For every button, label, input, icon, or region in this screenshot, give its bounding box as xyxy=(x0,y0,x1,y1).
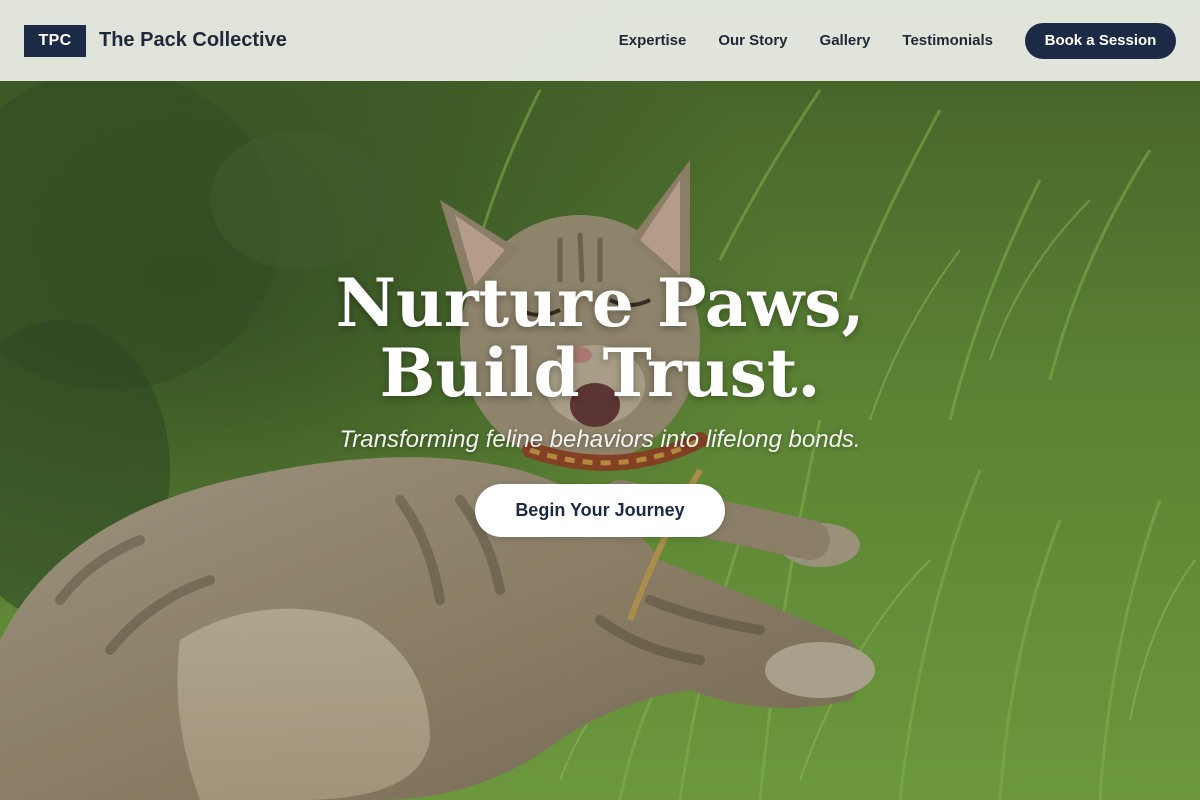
hero-title-line-1: Nurture Paws, xyxy=(335,264,865,342)
logo-badge[interactable]: TPC xyxy=(24,24,86,57)
hero-section: Nurture Paws, Build Trust. Transforming … xyxy=(0,268,1200,537)
hero-subtitle: Transforming feline behaviors into lifel… xyxy=(339,426,861,453)
nav-link-our-story[interactable]: Our Story xyxy=(718,32,787,49)
hero-title: Nurture Paws, Build Trust. xyxy=(0,268,1200,408)
begin-journey-button[interactable]: Begin Your Journey xyxy=(475,484,725,537)
book-session-button[interactable]: Book a Session xyxy=(1025,22,1176,59)
hero-title-line-2: Build Trust. xyxy=(379,334,821,412)
main-nav: Expertise Our Story Gallery Testimonials xyxy=(619,32,993,49)
nav-link-gallery[interactable]: Gallery xyxy=(820,32,871,49)
brand-name[interactable]: The Pack Collective xyxy=(99,29,287,52)
site-header: TPC The Pack Collective Expertise Our St… xyxy=(0,0,1200,81)
nav-link-testimonials[interactable]: Testimonials xyxy=(902,32,993,49)
landing-page: TPC The Pack Collective Expertise Our St… xyxy=(0,0,1200,800)
nav-link-expertise[interactable]: Expertise xyxy=(619,32,687,49)
